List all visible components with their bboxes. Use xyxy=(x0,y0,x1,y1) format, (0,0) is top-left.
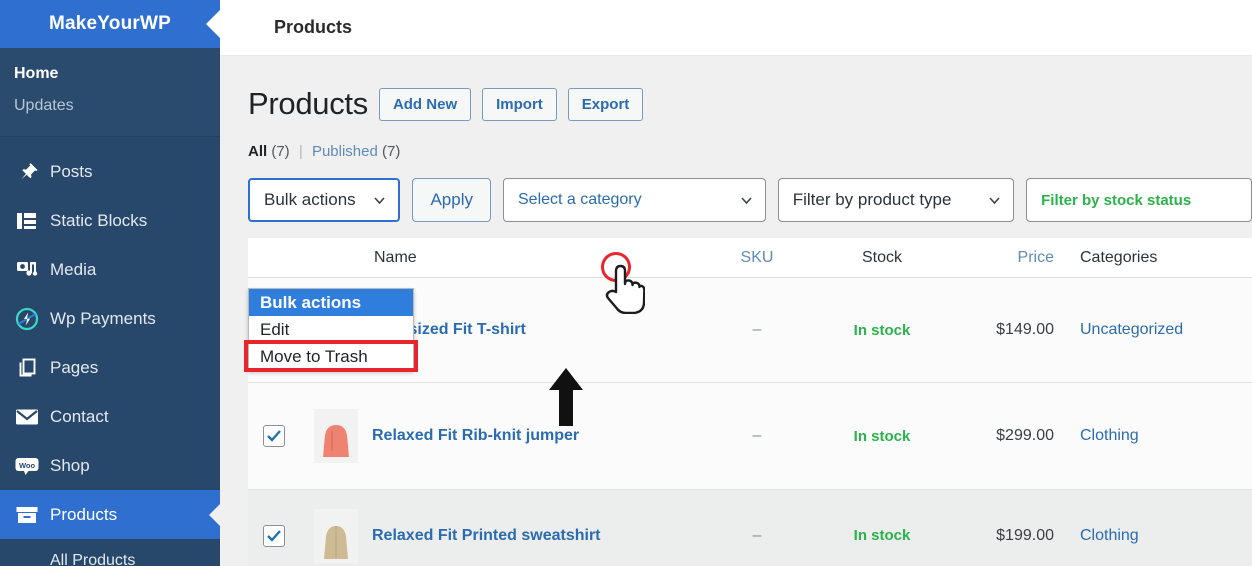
row-select-checkbox[interactable] xyxy=(248,524,300,547)
product-price: $199.00 xyxy=(996,526,1054,544)
filter-separator: | xyxy=(298,143,303,160)
chevron-down-icon xyxy=(989,197,1000,204)
admin-topbar: Products xyxy=(220,0,1252,56)
column-header-categories[interactable]: Categories xyxy=(1062,249,1252,267)
chevron-down-icon xyxy=(741,197,752,204)
table-header-row: Name SKU Stock Price Categories xyxy=(248,238,1252,278)
app-root: MakeYourWP Home Updates Posts Static Blo… xyxy=(0,0,1252,566)
product-sku: – xyxy=(752,526,762,544)
product-name-link[interactable]: Oversized Fit T-shirt xyxy=(372,321,702,339)
column-header-name[interactable]: Name xyxy=(372,249,702,267)
payments-icon xyxy=(10,307,44,331)
sidebar-item-home[interactable]: Home xyxy=(0,58,220,90)
sidebar-top-menu: Home Updates xyxy=(0,48,220,137)
sidebar-item-label: Contact xyxy=(50,406,109,426)
sidebar-collapse-notch-icon xyxy=(206,10,220,38)
apply-button[interactable]: Apply xyxy=(412,178,491,222)
filter-link-published[interactable]: Published xyxy=(312,143,378,160)
product-sku: – xyxy=(752,321,762,338)
page-title: Products xyxy=(248,86,368,121)
dropdown-option-move-to-trash[interactable]: Move to Trash xyxy=(249,343,413,370)
checkbox-checked-icon xyxy=(263,425,285,447)
product-name-link[interactable]: Relaxed Fit Rib-knit jumper xyxy=(372,427,702,445)
product-sku: – xyxy=(752,427,762,444)
sidebar-item-static-blocks[interactable]: Static Blocks xyxy=(0,196,220,245)
pages-icon xyxy=(10,357,44,379)
filter-link-all[interactable]: All xyxy=(248,143,267,160)
product-price: $299.00 xyxy=(996,427,1054,444)
products-icon xyxy=(10,505,44,525)
sidebar-item-label: Products xyxy=(50,504,118,524)
bulk-actions-dropdown-list[interactable]: Bulk actions Edit Move to Trash xyxy=(248,288,414,371)
main-area: Products Products Add New Import Export … xyxy=(220,0,1252,566)
column-header-stock[interactable]: Stock xyxy=(812,249,952,267)
svg-text:Woo: Woo xyxy=(19,461,36,470)
row-select-checkbox[interactable] xyxy=(248,425,300,447)
table-navigation-bar: Bulk actions Apply Select a category Fil… xyxy=(248,178,1252,222)
dropdown-option-edit[interactable]: Edit xyxy=(249,316,413,343)
sidebar-item-label: Static Blocks xyxy=(50,210,148,230)
stock-status-filter-value: Filter by stock status xyxy=(1041,191,1192,209)
product-type-filter-select[interactable]: Filter by product type xyxy=(777,178,1015,222)
sidebar-item-products[interactable]: Products xyxy=(0,490,220,539)
export-button[interactable]: Export xyxy=(567,87,644,121)
sidebar-logo-bar[interactable]: MakeYourWP xyxy=(0,0,220,48)
product-thumbnail xyxy=(300,508,372,563)
topbar-title: Products xyxy=(274,17,353,37)
sidebar-subitem-all-products[interactable]: All Products xyxy=(0,539,220,566)
product-stock-status: In stock xyxy=(853,527,911,544)
product-name-link[interactable]: Relaxed Fit Printed sweatshirt xyxy=(372,527,702,545)
sidebar-item-label: Pages xyxy=(50,357,99,377)
column-header-sku[interactable]: SKU xyxy=(702,249,812,267)
product-stock-status: In stock xyxy=(853,321,911,339)
sidebar-item-label: Posts xyxy=(50,161,93,181)
product-category-link[interactable]: Clothing xyxy=(1062,427,1252,445)
column-header-price[interactable]: Price xyxy=(952,249,1062,267)
product-category-link[interactable]: Uncategorized xyxy=(1062,321,1252,339)
table-row[interactable]: Relaxed Fit Printed sweatshirt – In stoc… xyxy=(248,490,1252,566)
filter-count-published: (7) xyxy=(382,143,401,160)
product-stock-status: In stock xyxy=(853,427,911,445)
dropdown-option-bulk-actions[interactable]: Bulk actions xyxy=(249,289,413,316)
sidebar-item-label: Wp Payments xyxy=(50,308,156,328)
bulk-actions-value: Bulk actions xyxy=(264,190,356,209)
blocks-icon xyxy=(10,211,44,231)
admin-sidebar: MakeYourWP Home Updates Posts Static Blo… xyxy=(0,0,220,566)
envelope-icon xyxy=(10,408,44,426)
add-new-button[interactable]: Add New xyxy=(378,87,472,121)
woo-icon: Woo xyxy=(10,456,44,476)
chevron-down-icon xyxy=(374,197,386,204)
table-row[interactable]: Relaxed Fit Rib-knit jumper – In stock $… xyxy=(248,383,1252,490)
category-filter-value: Select a category xyxy=(518,191,642,208)
product-price: $149.00 xyxy=(996,321,1054,338)
sidebar-item-shop[interactable]: Woo Shop xyxy=(0,441,220,490)
stock-status-filter-select[interactable]: Filter by stock status xyxy=(1026,178,1252,222)
sidebar-item-updates[interactable]: Updates xyxy=(0,90,220,122)
bulk-actions-select[interactable]: Bulk actions xyxy=(248,178,401,222)
product-type-filter-value: Filter by product type xyxy=(792,190,952,209)
category-filter-select[interactable]: Select a category xyxy=(503,178,766,222)
filter-count-all: (7) xyxy=(271,143,290,160)
sidebar-item-label: Media xyxy=(50,259,97,279)
sidebar-item-media[interactable]: Media xyxy=(0,245,220,294)
pin-icon xyxy=(10,161,44,183)
sidebar-main-menu: Posts Static Blocks Media Wp Payments Pa… xyxy=(0,137,220,566)
sweatshirt-thumb-icon xyxy=(314,508,358,563)
sidebar-item-label: Shop xyxy=(50,455,90,475)
sidebar-item-wp-payments[interactable]: Wp Payments xyxy=(0,294,220,343)
product-category-link[interactable]: Clothing xyxy=(1062,527,1252,545)
page-content: Products Add New Import Export All (7) |… xyxy=(220,56,1252,566)
sidebar-item-pages[interactable]: Pages xyxy=(0,343,220,392)
jumper-thumb-icon xyxy=(314,409,358,463)
product-thumbnail xyxy=(300,409,372,463)
media-icon xyxy=(10,259,44,280)
import-button[interactable]: Import xyxy=(482,87,557,121)
sidebar-item-posts[interactable]: Posts xyxy=(0,147,220,196)
checkbox-checked-icon xyxy=(263,524,285,547)
page-header: Products Add New Import Export xyxy=(248,86,1252,122)
sidebar-item-contact[interactable]: Contact xyxy=(0,392,220,441)
status-filter-links: All (7) | Published (7) xyxy=(248,143,1252,160)
site-logo-text: MakeYourWP xyxy=(48,13,171,34)
active-pointer-icon xyxy=(209,503,220,526)
